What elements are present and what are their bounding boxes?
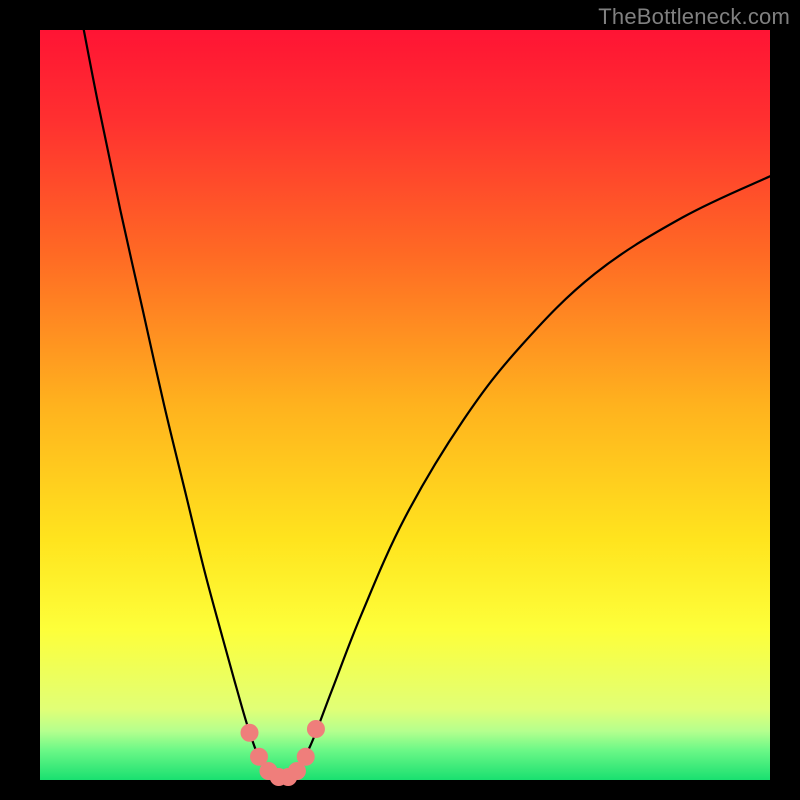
curve-marker [251,748,268,765]
plot-area [40,30,770,780]
curve-marker [297,748,314,765]
curve-marker [307,721,324,738]
watermark-text: TheBottleneck.com [598,4,790,30]
chart-root: TheBottleneck.com [0,0,800,800]
curve-marker [241,724,258,741]
chart-svg [0,0,800,800]
